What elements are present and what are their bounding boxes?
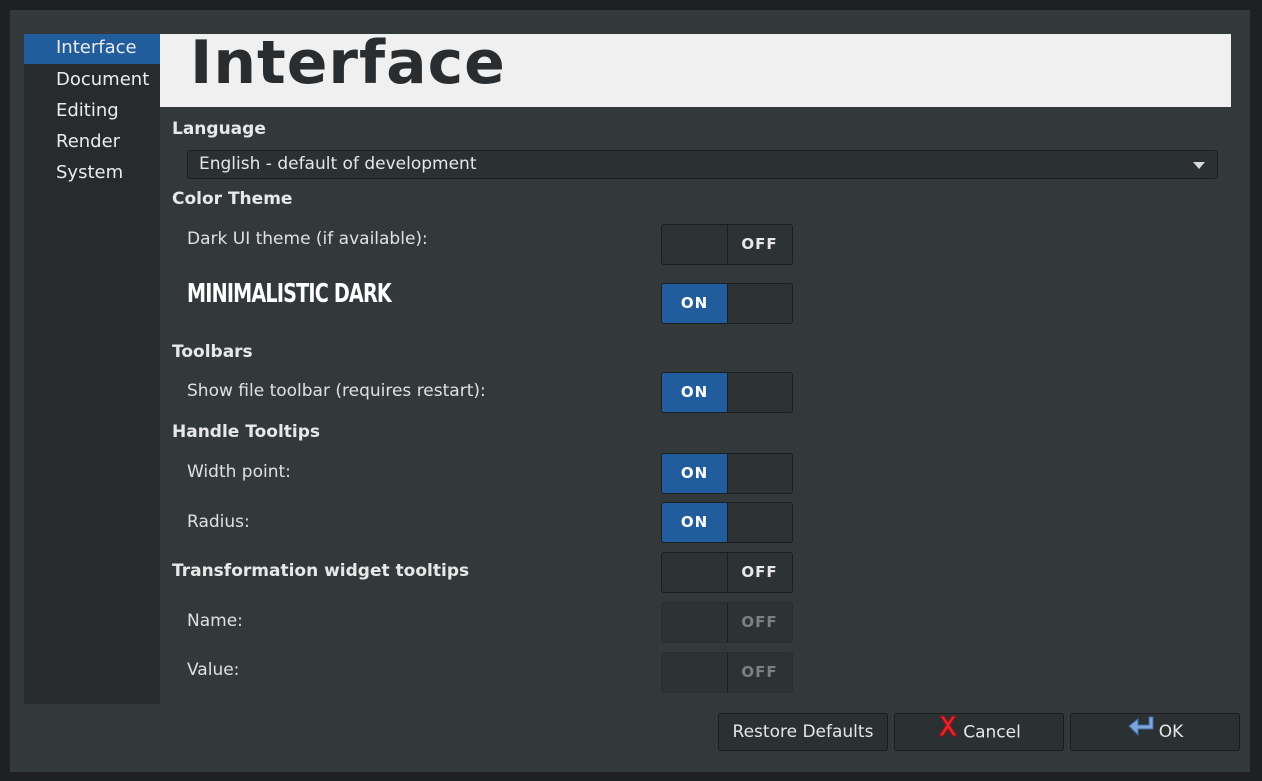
theme-toggle[interactable]: ON bbox=[661, 283, 793, 324]
toggle-slider bbox=[662, 653, 728, 692]
ok-label: OK bbox=[1158, 722, 1184, 742]
toggle-state-label: ON bbox=[662, 373, 727, 412]
radius-toggle[interactable]: ON bbox=[661, 502, 793, 543]
toggle-slider bbox=[662, 225, 728, 264]
toggle-slider bbox=[727, 454, 792, 493]
section-color-theme: Color Theme bbox=[172, 189, 293, 209]
cancel-x-icon bbox=[937, 714, 959, 751]
language-select[interactable]: English - default of development bbox=[187, 150, 1218, 179]
chevron-down-icon bbox=[1193, 162, 1205, 169]
section-transformation-tooltips: Transformation widget tooltips bbox=[172, 561, 470, 581]
section-language: Language bbox=[172, 119, 266, 139]
value-label: Value: bbox=[187, 660, 240, 680]
toggle-state-label: ON bbox=[662, 454, 727, 493]
toggle-slider bbox=[727, 503, 792, 542]
width-point-toggle[interactable]: ON bbox=[661, 453, 793, 494]
toggle-state-label: OFF bbox=[741, 563, 778, 581]
toggle-slider bbox=[727, 373, 792, 412]
sidebar-item-system[interactable]: System bbox=[24, 158, 160, 188]
name-toggle[interactable]: OFF bbox=[661, 602, 793, 643]
toggle-state-label: OFF bbox=[741, 235, 778, 253]
enter-arrow-icon bbox=[1127, 714, 1155, 750]
toggle-state-label: OFF bbox=[741, 663, 778, 681]
toggle-slider bbox=[727, 284, 792, 323]
section-handle-tooltips: Handle Tooltips bbox=[172, 422, 321, 442]
transformation-tooltips-toggle[interactable]: OFF bbox=[661, 552, 793, 593]
file-toolbar-label: Show file toolbar (requires restart): bbox=[187, 381, 486, 401]
language-select-value: English - default of development bbox=[199, 154, 477, 174]
section-toolbars: Toolbars bbox=[172, 342, 253, 362]
theme-name-label: MINIMALISTIC DARK bbox=[187, 279, 392, 309]
toggle-slider bbox=[662, 553, 728, 592]
radius-label: Radius: bbox=[187, 512, 250, 532]
name-label: Name: bbox=[187, 611, 243, 631]
toggle-slider bbox=[662, 603, 728, 642]
file-toolbar-toggle[interactable]: ON bbox=[661, 372, 793, 413]
value-toggle[interactable]: OFF bbox=[661, 652, 793, 693]
toggle-state-label: OFF bbox=[741, 613, 778, 631]
ok-button[interactable]: OK bbox=[1070, 713, 1240, 751]
toggle-state-label: ON bbox=[662, 284, 727, 323]
sidebar-item-editing[interactable]: Editing bbox=[24, 96, 160, 126]
restore-defaults-button[interactable]: Restore Defaults bbox=[718, 713, 888, 751]
page-banner: Interface bbox=[160, 28, 1231, 107]
restore-defaults-label: Restore Defaults bbox=[732, 722, 874, 742]
width-point-label: Width point: bbox=[187, 462, 291, 482]
sidebar: Interface Document Editing Render System bbox=[24, 34, 160, 704]
sidebar-item-interface[interactable]: Interface bbox=[24, 34, 160, 64]
dark-ui-label: Dark UI theme (if available): bbox=[187, 229, 428, 249]
cancel-button[interactable]: Cancel bbox=[894, 713, 1064, 751]
page-title: Interface bbox=[190, 28, 506, 98]
sidebar-item-document[interactable]: Document bbox=[24, 65, 160, 95]
sidebar-item-render[interactable]: Render bbox=[24, 127, 160, 157]
cancel-label: Cancel bbox=[963, 722, 1021, 743]
dark-ui-toggle[interactable]: OFF bbox=[661, 224, 793, 265]
toggle-state-label: ON bbox=[662, 503, 727, 542]
